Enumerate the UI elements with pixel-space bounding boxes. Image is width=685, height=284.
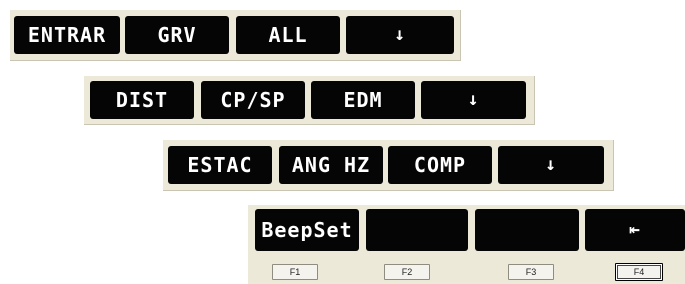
estac-key[interactable]: ESTAC bbox=[168, 146, 272, 184]
beepset-key[interactable]: BeepSet bbox=[255, 209, 359, 251]
comp-key[interactable]: COMP bbox=[388, 146, 492, 184]
f2-button[interactable]: F2 bbox=[384, 264, 430, 280]
arrow-down-icon: ↓ bbox=[467, 89, 480, 110]
dist-key[interactable]: DIST bbox=[90, 81, 194, 119]
f3-button[interactable]: F3 bbox=[508, 264, 554, 280]
arrow-down-icon: ↓ bbox=[545, 154, 557, 175]
all-key[interactable]: ALL bbox=[236, 16, 340, 54]
ang-hz-key[interactable]: ANG HZ bbox=[279, 146, 383, 184]
f1-button[interactable]: F1 bbox=[272, 264, 318, 280]
blank-softkey-2[interactable] bbox=[366, 209, 468, 251]
softkey-row-3: ESTAC ANG HZ COMP ↓ bbox=[163, 140, 614, 191]
scroll-down-key[interactable]: ↓ bbox=[346, 16, 454, 54]
back-key[interactable]: ⇤ bbox=[585, 209, 685, 251]
cp-sp-key[interactable]: CP/SP bbox=[201, 81, 305, 119]
blank-softkey-3[interactable] bbox=[475, 209, 579, 251]
softkey-row-4: BeepSet ⇤ F1 F2 F3 F4 bbox=[248, 205, 685, 284]
arrow-left-to-bar-icon: ⇤ bbox=[629, 219, 641, 240]
scroll-down-key[interactable]: ↓ bbox=[498, 146, 604, 184]
arrow-down-icon: ↓ bbox=[394, 24, 406, 45]
softkey-row-1: ENTRAR GRV ALL ↓ bbox=[10, 10, 461, 61]
grv-key[interactable]: GRV bbox=[125, 16, 229, 54]
edm-key[interactable]: EDM bbox=[311, 81, 415, 119]
f4-button[interactable]: F4 bbox=[615, 263, 663, 281]
entrar-key[interactable]: ENTRAR bbox=[14, 16, 120, 54]
softkey-row-2: DIST CP/SP EDM ↓ bbox=[84, 76, 535, 125]
scroll-down-key[interactable]: ↓ bbox=[421, 81, 526, 119]
